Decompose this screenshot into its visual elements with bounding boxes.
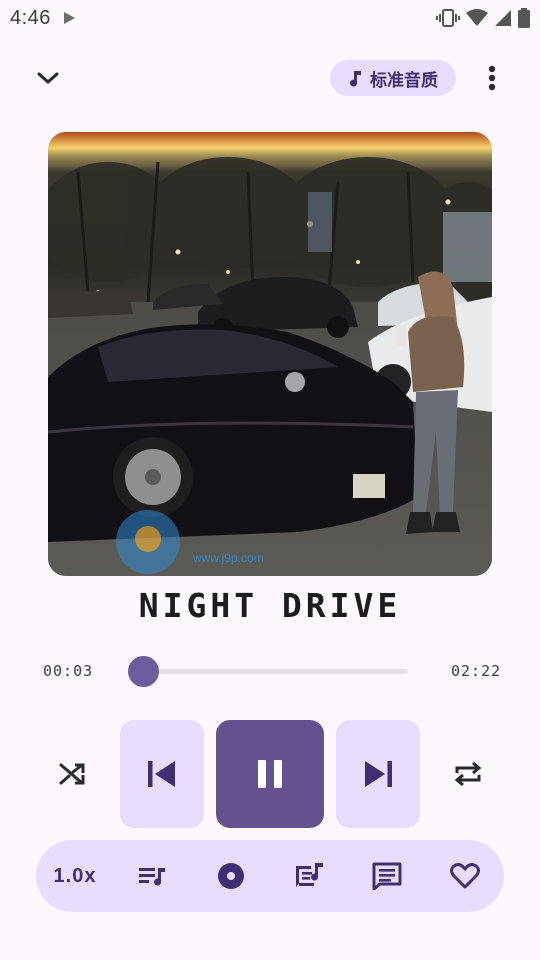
status-time: 4:46	[10, 6, 51, 29]
shuffle-button[interactable]	[50, 752, 94, 796]
vibrate-icon	[436, 9, 460, 27]
heart-icon	[450, 863, 480, 889]
repeat-icon	[454, 761, 482, 787]
more-options-button[interactable]	[476, 60, 508, 96]
play-pause-button[interactable]	[216, 720, 324, 828]
play-icon	[63, 12, 75, 24]
chevron-down-icon	[37, 72, 59, 84]
current-time: 00:03	[43, 662, 94, 680]
favorite-button[interactable]	[445, 858, 485, 894]
music-note-icon	[350, 71, 361, 87]
shuffle-icon	[59, 763, 85, 785]
status-right	[436, 8, 530, 28]
battery-icon	[518, 8, 530, 28]
audio-quality-chip[interactable]: 标准音质	[330, 60, 456, 96]
skip-previous-icon	[148, 761, 175, 787]
playback-speed-button[interactable]: 1.0x	[52, 858, 98, 894]
album-cover[interactable]: www.j9p.com	[48, 132, 492, 576]
seek-bar-thumb[interactable]	[128, 656, 160, 687]
pause-icon	[258, 760, 282, 788]
status-left: 4:46	[10, 7, 77, 30]
comments-button[interactable]	[367, 858, 407, 894]
watermark-text: www.j9p.com	[192, 551, 264, 565]
status-bar: 4:46	[0, 0, 540, 36]
wifi-icon	[466, 9, 488, 26]
audio-quality-label: 标准音质	[370, 70, 438, 90]
lyrics-icon	[296, 863, 323, 887]
album-button[interactable]	[211, 858, 251, 894]
skip-next-icon	[365, 761, 392, 787]
next-track-button[interactable]	[336, 720, 420, 828]
album-cover-art: www.j9p.com	[48, 132, 492, 576]
bottom-action-bar: 1.0x	[36, 840, 504, 912]
signal-icon	[495, 10, 511, 26]
total-time: 02:22	[451, 662, 502, 680]
repeat-button[interactable]	[446, 752, 490, 796]
seek-bar-track[interactable]	[138, 669, 408, 674]
queue-button[interactable]	[132, 858, 172, 894]
song-title: NIGHT DRIVE	[138, 586, 402, 625]
comment-icon	[372, 862, 402, 890]
album-icon	[218, 863, 244, 889]
collapse-button[interactable]	[30, 60, 66, 96]
queue-music-icon	[139, 868, 165, 886]
top-bar: 标准音质	[0, 56, 540, 100]
playback-speed-label: 1.0x	[53, 864, 97, 887]
previous-track-button[interactable]	[120, 720, 204, 828]
lyrics-button[interactable]	[289, 858, 329, 894]
more-vert-icon	[488, 65, 496, 91]
